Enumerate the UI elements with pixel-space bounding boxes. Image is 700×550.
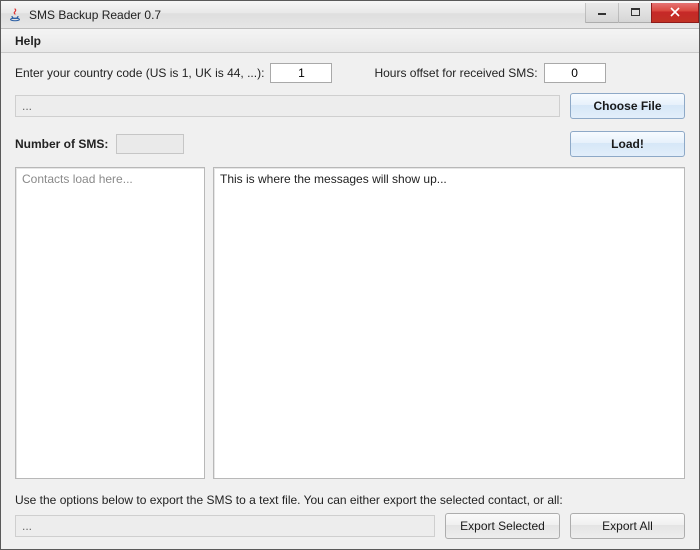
export-row: ... Export Selected Export All bbox=[15, 513, 685, 539]
sms-count-row: Number of SMS: Load! bbox=[15, 131, 685, 157]
window-controls bbox=[585, 3, 699, 23]
java-icon bbox=[7, 7, 23, 23]
sms-count-label: Number of SMS: bbox=[15, 137, 108, 151]
messages-panel[interactable]: This is where the messages will show up.… bbox=[213, 167, 685, 479]
app-window: SMS Backup Reader 0.7 Help Enter your co… bbox=[0, 0, 700, 550]
load-button[interactable]: Load! bbox=[570, 131, 685, 157]
export-instruction: Use the options below to export the SMS … bbox=[15, 493, 685, 507]
export-selected-button[interactable]: Export Selected bbox=[445, 513, 560, 539]
export-all-button[interactable]: Export All bbox=[570, 513, 685, 539]
sms-count-value bbox=[116, 134, 184, 154]
settings-row: Enter your country code (US is 1, UK is … bbox=[15, 63, 685, 83]
menubar: Help bbox=[1, 29, 699, 53]
hours-offset-label: Hours offset for received SMS: bbox=[374, 66, 537, 80]
panels-container: Contacts load here... This is where the … bbox=[15, 167, 685, 479]
titlebar: SMS Backup Reader 0.7 bbox=[1, 1, 699, 29]
choose-file-button[interactable]: Choose File bbox=[570, 93, 685, 119]
hours-offset-input[interactable] bbox=[544, 63, 606, 83]
minimize-button[interactable] bbox=[585, 3, 619, 23]
menu-help[interactable]: Help bbox=[7, 31, 49, 51]
export-section: Use the options below to export the SMS … bbox=[15, 489, 685, 539]
content-area: Enter your country code (US is 1, UK is … bbox=[1, 53, 699, 549]
window-title: SMS Backup Reader 0.7 bbox=[29, 8, 161, 22]
file-row: ... Choose File bbox=[15, 93, 685, 119]
contacts-panel[interactable]: Contacts load here... bbox=[15, 167, 205, 479]
maximize-button[interactable] bbox=[618, 3, 652, 23]
country-code-input[interactable] bbox=[270, 63, 332, 83]
country-code-label: Enter your country code (US is 1, UK is … bbox=[15, 66, 264, 80]
close-button[interactable] bbox=[651, 3, 699, 23]
file-path-display: ... bbox=[15, 95, 560, 117]
export-path-display: ... bbox=[15, 515, 435, 537]
